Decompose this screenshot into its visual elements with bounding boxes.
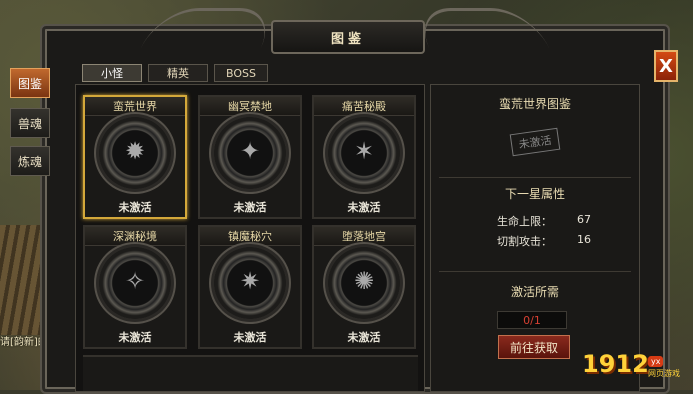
card-status: 未激活	[233, 331, 267, 344]
card-status: 未激活	[118, 331, 152, 344]
monster-medal: ✦	[214, 117, 286, 189]
bird-creature-icon: ✧	[124, 267, 146, 295]
go-obtain-button[interactable]: 前往获取	[498, 335, 570, 359]
panel-title: 蛮荒世界图鉴	[498, 97, 571, 111]
next-row-partial	[83, 355, 418, 391]
monster-card[interactable]: 蛮荒世界 ✹ 未激活	[83, 95, 187, 219]
card-name: 深渊秘境	[85, 227, 185, 246]
logo-subtitle: 网页游戏	[648, 369, 680, 378]
monster-medal: ✺	[328, 247, 400, 319]
divider	[439, 177, 631, 178]
attr-label-hp: 生命上限：	[497, 215, 552, 228]
tab-elites[interactable]: 精英	[148, 64, 208, 82]
codex-detail-panel: 蛮荒世界图鉴 未激活 下一星属性 生命上限： 67 切割攻击： 16 激活所需 …	[430, 84, 640, 392]
spider-creature-icon: ✺	[353, 267, 375, 295]
card-status: 未激活	[347, 331, 381, 344]
logo-badge: yx	[648, 356, 664, 367]
attr-value-cut: 16	[577, 233, 591, 246]
monster-medal: ✹	[99, 117, 171, 189]
site-logo: 1912	[582, 350, 649, 378]
card-name: 蛮荒世界	[85, 97, 185, 116]
side-tab-codex[interactable]: 图鉴	[10, 68, 50, 98]
card-status: 未激活	[118, 201, 152, 214]
demon-creature-icon: ✷	[239, 267, 261, 295]
tab-boss[interactable]: BOSS	[214, 64, 268, 82]
skeleton-creature-icon: ✶	[353, 137, 375, 165]
card-name: 幽冥禁地	[200, 97, 300, 116]
close-button[interactable]: X	[654, 50, 678, 82]
monster-card[interactable]: 深渊秘境 ✧ 未激活	[83, 225, 187, 349]
side-tab-refine-soul[interactable]: 炼魂	[10, 146, 50, 176]
require-title: 激活所需	[510, 285, 559, 299]
monster-medal: ✶	[328, 117, 400, 189]
monster-card[interactable]: 镇魔秘穴 ✷ 未激活	[198, 225, 302, 349]
card-name: 堕落地宫	[314, 227, 414, 246]
divider	[439, 271, 631, 272]
beetle-creature-icon: ✦	[239, 137, 261, 165]
progress-count: 0/1	[497, 311, 567, 329]
monster-medal: ✷	[214, 247, 286, 319]
monster-card[interactable]: 痛苦秘殿 ✶ 未激活	[312, 95, 416, 219]
tab-minions[interactable]: 小怪	[82, 64, 142, 82]
monster-card-grid: 蛮荒世界 ✹ 未激活 幽冥禁地 ✦ 未激活 痛苦秘殿 ✶ 未激活 深渊秘境 ✧ …	[75, 84, 425, 392]
inactive-stamp: 未激活	[509, 127, 561, 157]
window-title: 图鉴	[271, 20, 425, 54]
side-tab-beast-soul[interactable]: 兽魂	[10, 108, 50, 138]
card-name: 镇魔秘穴	[200, 227, 300, 246]
crab-creature-icon: ✹	[124, 137, 146, 165]
monster-medal: ✧	[99, 247, 171, 319]
attr-value-hp: 67	[577, 213, 591, 226]
monster-card[interactable]: 幽冥禁地 ✦ 未激活	[198, 95, 302, 219]
card-name: 痛苦秘殿	[314, 97, 414, 116]
card-status: 未激活	[347, 201, 381, 214]
monster-card[interactable]: 堕落地宫 ✺ 未激活	[312, 225, 416, 349]
next-star-title: 下一星属性	[504, 187, 565, 201]
attr-label-cut: 切割攻击：	[497, 235, 552, 248]
card-status: 未激活	[233, 201, 267, 214]
